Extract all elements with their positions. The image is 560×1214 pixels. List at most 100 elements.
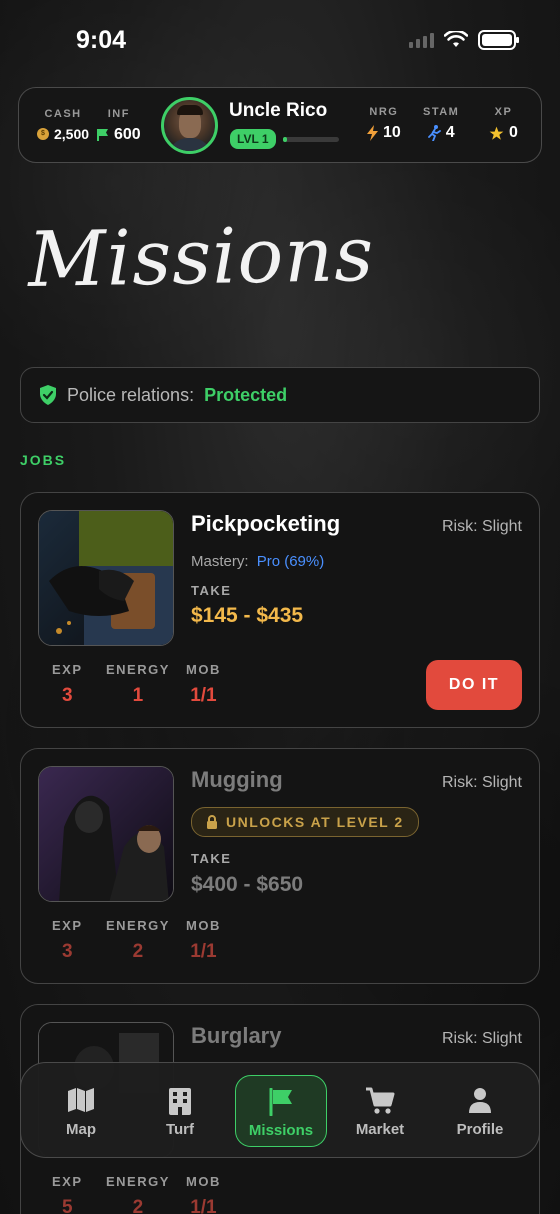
jobs-section-label: JOBS xyxy=(20,452,67,468)
job-take: $145 - $435 xyxy=(191,604,304,627)
take-label: TAKE xyxy=(191,851,232,866)
nav-item-market[interactable]: Market xyxy=(334,1075,426,1147)
lightning-icon xyxy=(367,125,378,141)
page-title: Missions xyxy=(27,208,375,305)
unlock-text: UNLOCKS AT LEVEL 2 xyxy=(226,814,404,830)
energy-stat: NRG 10 xyxy=(367,106,401,142)
wifi-icon xyxy=(444,31,468,47)
lock-icon xyxy=(207,815,217,829)
mastery-value: Pro (69%) xyxy=(256,553,325,570)
status-time: 9:04 xyxy=(76,26,127,54)
job-image xyxy=(38,510,174,646)
star-icon xyxy=(489,126,504,140)
status-bar: 9:04 xyxy=(0,0,560,80)
job-name: Pickpocketing xyxy=(191,511,341,536)
status-icons xyxy=(409,30,519,50)
job-energy: ENERGY 1 xyxy=(106,662,170,707)
police-relations-panel: Police relations: Protected xyxy=(20,367,540,423)
battery-icon xyxy=(478,30,519,50)
influence-stat: INF 600 xyxy=(97,108,141,144)
nav-label: Market xyxy=(355,1121,405,1138)
stam-label: STAM xyxy=(423,106,460,118)
job-mob: MOB 1/1 xyxy=(186,1174,221,1214)
mob-label: MOB xyxy=(186,918,221,933)
mob-label: MOB xyxy=(186,1174,221,1189)
nrg-value: 10 xyxy=(383,124,401,141)
player-name: Uncle Rico xyxy=(229,100,328,121)
signal-icon xyxy=(409,32,434,48)
cash-stat: CASH $ 2,500 xyxy=(37,108,89,142)
nav-label: Missions xyxy=(248,1122,314,1139)
job-mob: MOB 1/1 xyxy=(186,918,221,963)
job-energy: ENERGY 2 xyxy=(106,918,170,963)
cash-value: 2,500 xyxy=(54,126,90,142)
shield-check-icon xyxy=(40,385,56,405)
nav-item-map[interactable]: Map xyxy=(35,1075,127,1147)
job-mastery: Mastery: Pro (69%) xyxy=(191,553,324,570)
job-risk: Risk: Slight xyxy=(441,1030,522,1047)
xp-label: XP xyxy=(494,106,513,118)
flag-icon xyxy=(269,1088,292,1116)
exp-value: 3 xyxy=(61,941,73,962)
bottom-nav: Map Turf Missions Market Profile xyxy=(20,1062,540,1158)
job-name: Burglary xyxy=(191,1023,282,1048)
cart-icon xyxy=(366,1087,395,1114)
energy-label: ENERGY xyxy=(106,918,170,933)
flag-icon xyxy=(97,129,108,141)
user-icon xyxy=(469,1088,491,1113)
job-risk: Risk: Slight xyxy=(441,774,522,791)
nav-label: Map xyxy=(66,1121,96,1138)
exp-value: 3 xyxy=(61,685,73,706)
energy-value: 2 xyxy=(132,941,144,962)
level-badge: LVL 1 xyxy=(230,129,276,149)
nav-item-turf[interactable]: Turf xyxy=(134,1075,226,1147)
xp-value: 0 xyxy=(509,124,518,141)
avatar[interactable] xyxy=(161,97,218,154)
map-icon xyxy=(68,1088,94,1112)
job-card-mugging[interactable]: Mugging Risk: Slight UNLOCKS AT LEVEL 2 … xyxy=(20,748,540,984)
xp-progress-bar xyxy=(283,137,339,142)
job-card-pickpocketing[interactable]: Pickpocketing Risk: Slight Mastery: Pro … xyxy=(20,492,540,728)
job-exp: EXP 5 xyxy=(52,1174,83,1214)
do-it-button[interactable]: DO IT xyxy=(426,660,522,710)
nav-item-missions[interactable]: Missions xyxy=(235,1075,327,1147)
exp-label: EXP xyxy=(52,918,83,933)
coin-icon: $ xyxy=(37,128,49,140)
exp-label: EXP xyxy=(52,662,83,677)
nrg-label: NRG xyxy=(369,106,399,118)
energy-label: ENERGY xyxy=(106,1174,170,1189)
inf-label: INF xyxy=(107,108,130,120)
job-exp: EXP 3 xyxy=(52,918,83,963)
mob-value: 1/1 xyxy=(190,1197,217,1214)
mob-value: 1/1 xyxy=(190,685,217,706)
mastery-label: Mastery: xyxy=(191,553,249,570)
nav-label: Profile xyxy=(456,1121,504,1138)
job-mob: MOB 1/1 xyxy=(186,662,221,707)
job-name: Mugging xyxy=(191,767,283,792)
nav-item-profile[interactable]: Profile xyxy=(434,1075,526,1147)
cash-label: CASH xyxy=(44,108,82,120)
energy-value: 2 xyxy=(132,1197,144,1214)
nav-label: Turf xyxy=(165,1121,195,1138)
job-take: $400 - $650 xyxy=(191,873,304,896)
xp-stat: XP 0 xyxy=(489,106,518,142)
job-energy: ENERGY 2 xyxy=(106,1174,170,1214)
job-image xyxy=(38,766,174,902)
job-exp: EXP 3 xyxy=(52,662,83,707)
mob-label: MOB xyxy=(186,662,221,677)
take-label: TAKE xyxy=(191,583,232,598)
stamina-stat: STAM 4 xyxy=(423,106,459,142)
building-icon xyxy=(169,1088,191,1115)
police-label: Police relations: xyxy=(67,384,195,405)
inf-value: 600 xyxy=(114,126,141,143)
exp-value: 5 xyxy=(61,1197,73,1214)
job-risk: Risk: Slight xyxy=(441,518,522,535)
energy-label: ENERGY xyxy=(106,662,170,677)
exp-label: EXP xyxy=(52,1174,83,1189)
runner-icon xyxy=(427,125,441,141)
stam-value: 4 xyxy=(445,124,455,141)
mob-value: 1/1 xyxy=(190,941,217,962)
energy-value: 1 xyxy=(132,685,144,706)
player-stats-card[interactable]: CASH $ 2,500 INF 600 Uncle Rico LVL 1 NR… xyxy=(18,87,542,163)
unlock-badge: UNLOCKS AT LEVEL 2 xyxy=(191,807,419,837)
